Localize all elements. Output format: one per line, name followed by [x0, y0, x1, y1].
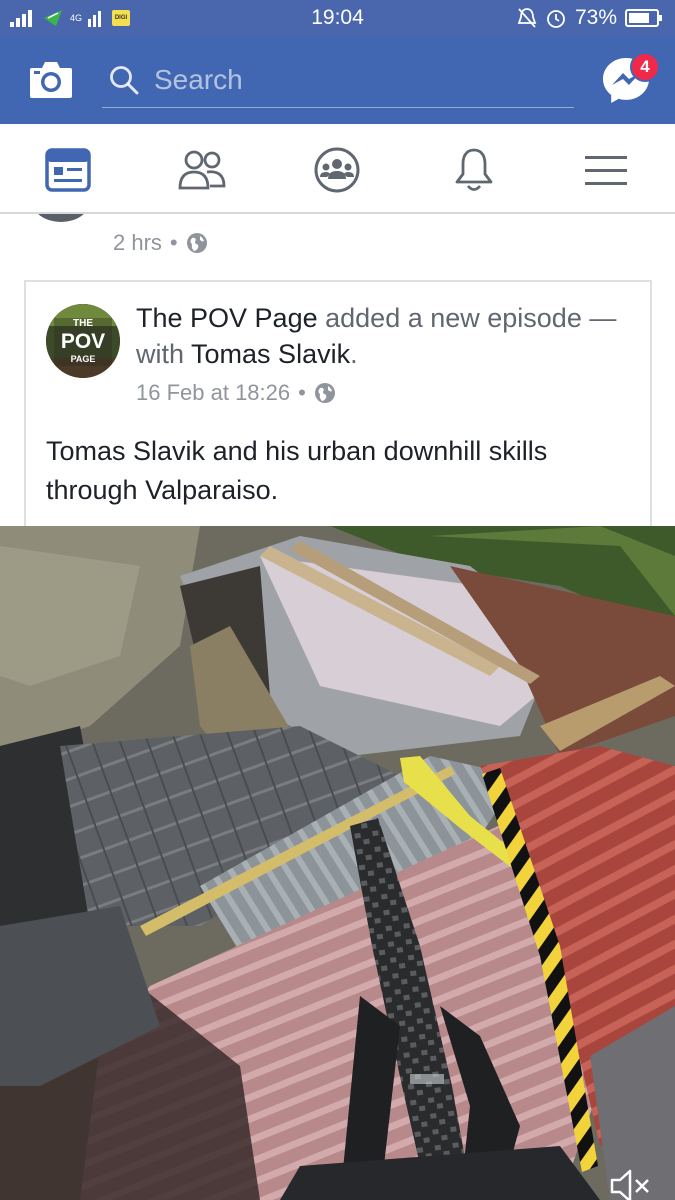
messenger-badge: 4 — [630, 52, 660, 82]
logo-line2: POV — [61, 330, 105, 353]
bell-icon — [455, 148, 493, 191]
post-headline: The POV Page added a new episode — with … — [136, 300, 636, 372]
search-field[interactable]: Search — [102, 56, 574, 108]
shared-post: THE POV PAGE The POV Page added a new ep… — [0, 272, 675, 1200]
silent-bell-icon — [517, 8, 537, 28]
tab-menu[interactable] — [580, 144, 632, 196]
previous-post-footer: 2 hrs • — [0, 214, 675, 272]
globe-icon — [314, 383, 335, 403]
post-text-name-link[interactable]: Tomas Slavik — [46, 436, 205, 466]
news-feed-icon — [45, 148, 91, 192]
search-icon — [110, 66, 139, 95]
app-bar: Search 4 — [0, 36, 675, 124]
tab-notifications[interactable] — [448, 144, 500, 196]
video-player[interactable] — [0, 526, 675, 1200]
groups-icon — [314, 147, 360, 193]
post-body-text: Tomas Slavik and his urban downhill skil… — [46, 432, 636, 510]
friends-icon — [178, 150, 226, 190]
headline-period: . — [350, 339, 358, 369]
news-feed[interactable]: 2 hrs • THE POV PAGE The POV Page added … — [0, 214, 675, 1200]
alarm-clock-icon — [547, 10, 565, 28]
post-date[interactable]: 16 Feb at 18:26 — [136, 380, 290, 406]
tab-friends[interactable] — [176, 144, 228, 196]
video-frame — [0, 526, 675, 1200]
hamburger-menu-icon — [585, 156, 627, 185]
camera-button[interactable] — [28, 58, 74, 100]
post-meta: 16 Feb at 18:26 • — [136, 380, 336, 406]
tab-groups[interactable] — [311, 144, 363, 196]
tab-news-feed[interactable] — [42, 144, 94, 196]
shared-post-card[interactable]: THE POV PAGE The POV Page added a new ep… — [24, 280, 652, 534]
meta-separator: • — [169, 230, 178, 255]
globe-icon — [186, 233, 207, 253]
logo-line1: THE — [73, 318, 93, 329]
tagged-person-link[interactable]: Tomas Slavik — [191, 339, 350, 369]
search-placeholder: Search — [154, 64, 243, 95]
pov-page-logo: THE POV PAGE — [46, 304, 120, 378]
logo-line3: PAGE — [71, 354, 96, 364]
tab-bar — [0, 124, 675, 214]
meta-separator: • — [298, 380, 306, 405]
previous-post-avatar[interactable] — [32, 214, 90, 222]
battery-icon — [625, 9, 662, 27]
previous-post-time[interactable]: 2 hrs — [113, 230, 162, 256]
battery-percent: 73% — [574, 6, 617, 29]
status-right-group: 73% — [517, 6, 663, 30]
camera-icon — [30, 62, 72, 98]
speaker-muted-icon[interactable] — [608, 1166, 652, 1200]
page-name-link[interactable]: The POV Page — [136, 303, 318, 333]
page-avatar[interactable]: THE POV PAGE — [46, 304, 120, 378]
previous-post-meta: 2 hrs • — [113, 230, 208, 256]
status-bar: 4G DIGI 19:04 73% — [0, 0, 675, 36]
